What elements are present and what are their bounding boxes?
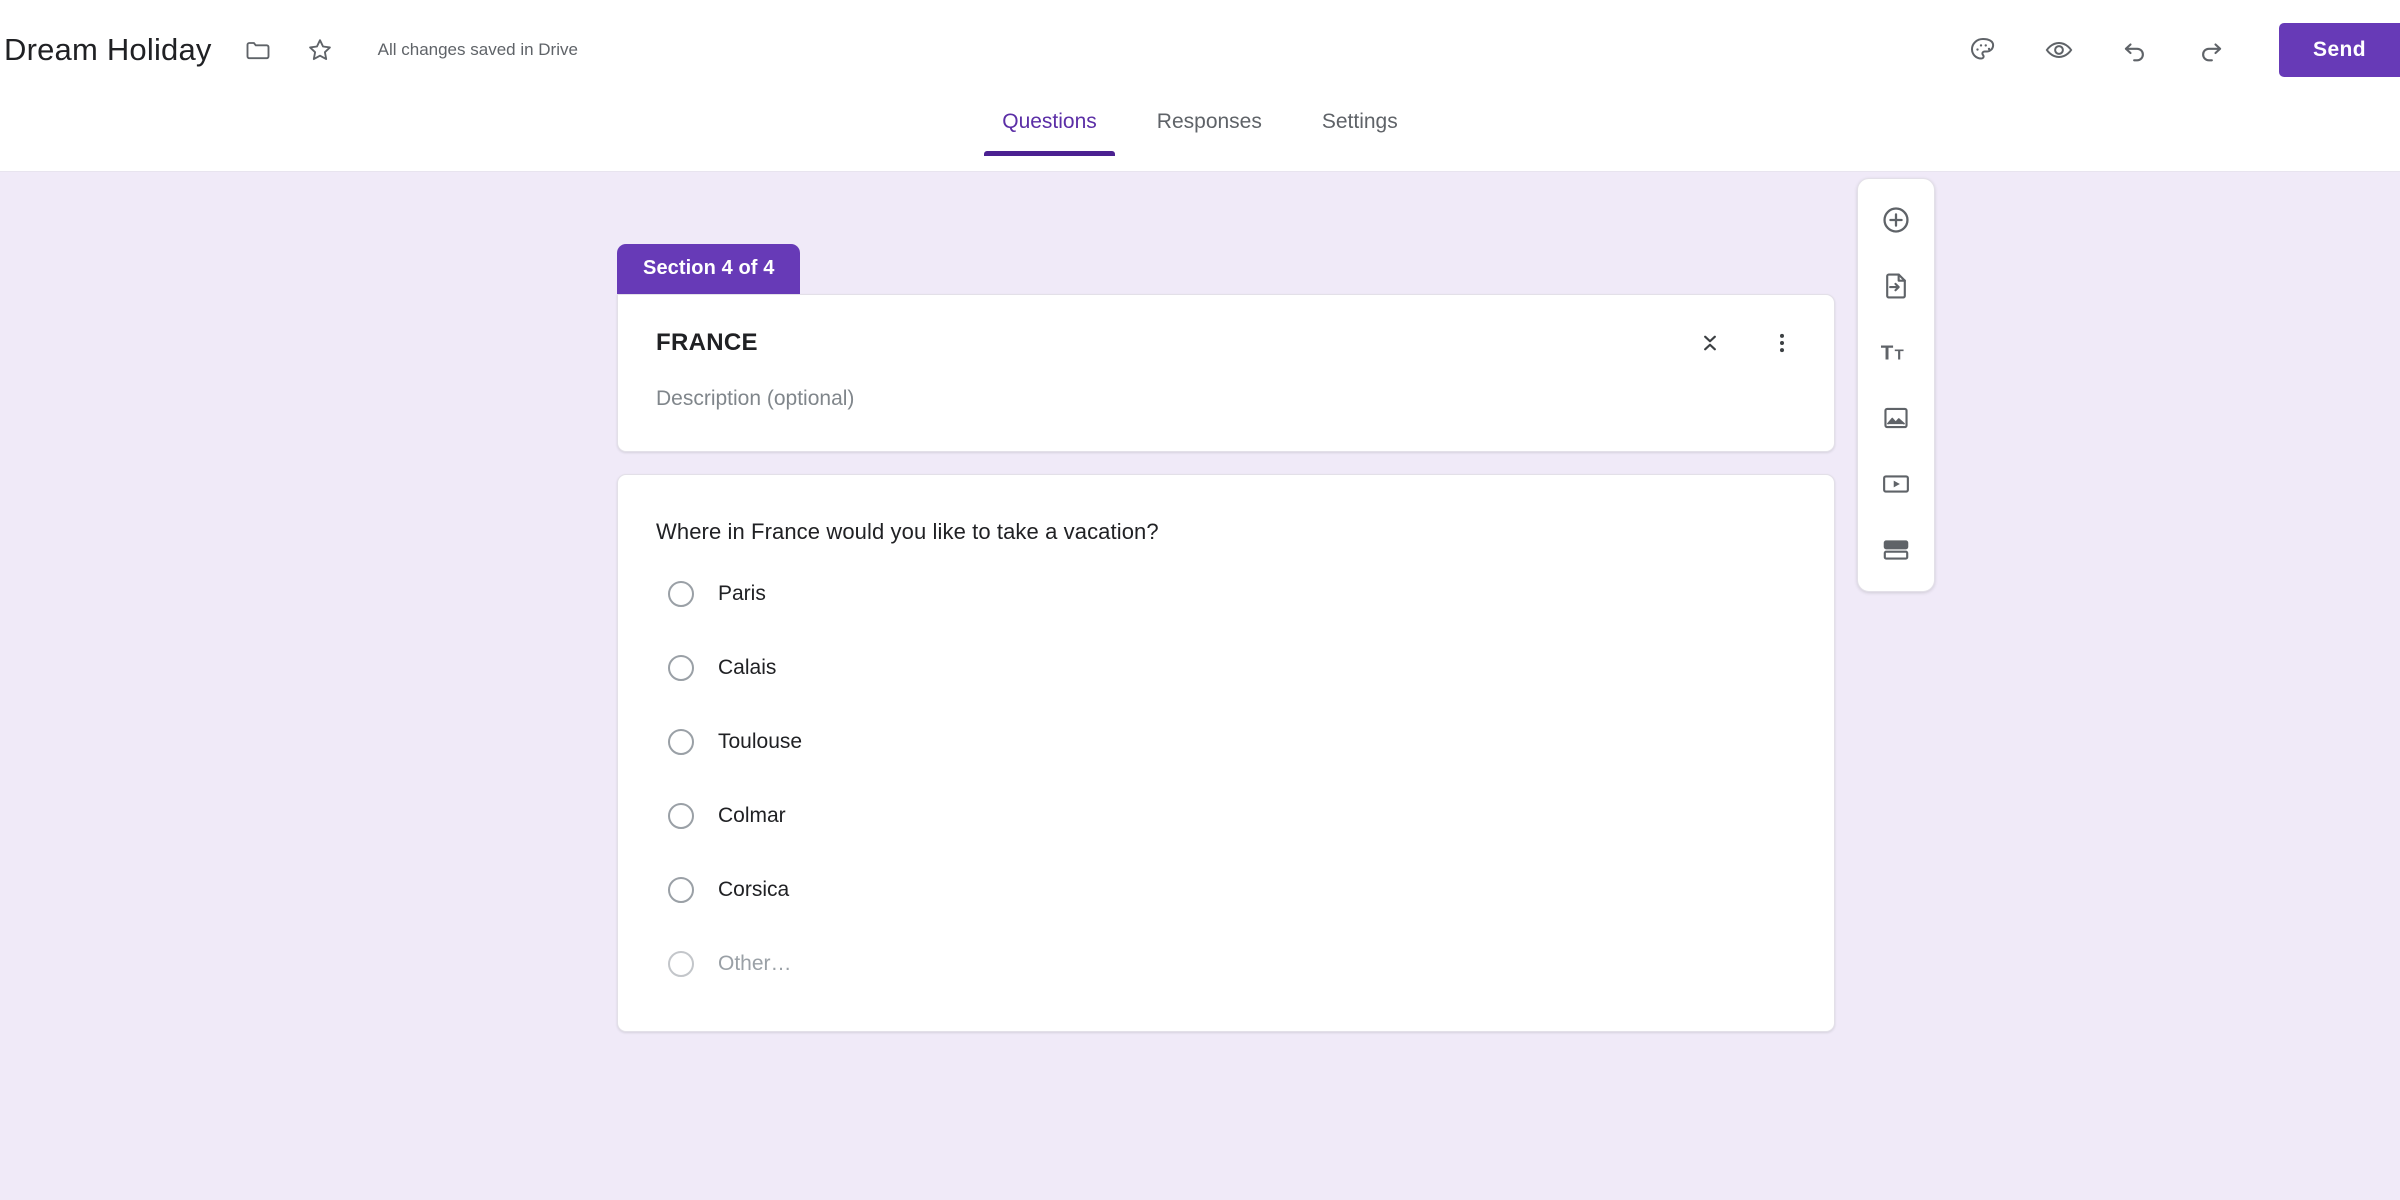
- option-label: Corsica: [718, 878, 790, 901]
- option-label: Calais: [718, 656, 777, 679]
- option-label: Colmar: [718, 804, 786, 827]
- top-app-bar: Dream Holiday All changes saved in Drive: [0, 0, 2400, 100]
- question-title[interactable]: Where in France would you like to take a…: [656, 519, 1790, 545]
- tab-settings[interactable]: Settings: [1292, 100, 1428, 156]
- option-row-other[interactable]: Other…: [656, 939, 1790, 989]
- answer-options: Paris Calais Toulouse Colmar Corsica Oth…: [656, 569, 1790, 989]
- option-label-other: Other…: [718, 952, 792, 975]
- save-status: All changes saved in Drive: [377, 40, 578, 59]
- import-questions-icon[interactable]: [1872, 262, 1920, 310]
- option-label: Toulouse: [718, 730, 803, 753]
- option-row[interactable]: Toulouse: [656, 717, 1790, 767]
- add-title-icon[interactable]: T T: [1872, 328, 1920, 376]
- option-row[interactable]: Paris: [656, 569, 1790, 619]
- add-question-icon[interactable]: [1872, 196, 1920, 244]
- section-actions: [1690, 323, 1802, 363]
- add-image-icon[interactable]: [1872, 394, 1920, 442]
- option-label: Paris: [718, 582, 766, 605]
- tab-responses[interactable]: Responses: [1127, 100, 1292, 156]
- section-header-card[interactable]: FRANCE Description (optional): [617, 294, 1835, 452]
- question-card[interactable]: Where in France would you like to take a…: [617, 474, 1835, 1032]
- redo-icon[interactable]: [2185, 24, 2237, 76]
- undo-icon[interactable]: [2109, 24, 2161, 76]
- form-column: Section 4 of 4 FRANCE Description (optio…: [617, 244, 1835, 1032]
- option-row[interactable]: Calais: [656, 643, 1790, 693]
- add-section-icon[interactable]: [1872, 526, 1920, 574]
- eye-icon[interactable]: [2033, 24, 2085, 76]
- option-row[interactable]: Corsica: [656, 865, 1790, 915]
- svg-text:T: T: [1895, 348, 1904, 364]
- top-bar-actions: Send: [1933, 0, 2400, 100]
- option-row[interactable]: Colmar: [656, 791, 1790, 841]
- form-tabs: Questions Responses Settings: [0, 100, 2400, 172]
- radio-icon[interactable]: [668, 581, 694, 607]
- more-vert-icon[interactable]: [1762, 323, 1802, 363]
- add-video-icon[interactable]: [1872, 460, 1920, 508]
- section-title[interactable]: FRANCE: [656, 329, 1790, 357]
- radio-icon[interactable]: [668, 655, 694, 681]
- palette-icon[interactable]: [1957, 24, 2009, 76]
- form-canvas: Section 4 of 4 FRANCE Description (optio…: [0, 172, 2400, 1200]
- svg-text:T: T: [1881, 342, 1894, 365]
- radio-icon[interactable]: [668, 951, 694, 977]
- section-description-placeholder[interactable]: Description (optional): [656, 387, 1790, 411]
- add-item-toolbar: T T: [1857, 178, 1935, 592]
- send-button[interactable]: Send: [2279, 23, 2400, 77]
- tab-questions[interactable]: Questions: [972, 100, 1127, 156]
- star-icon[interactable]: [298, 28, 342, 72]
- collapse-icon[interactable]: [1690, 323, 1730, 363]
- radio-icon[interactable]: [668, 803, 694, 829]
- radio-icon[interactable]: [668, 877, 694, 903]
- document-title[interactable]: Dream Holiday: [4, 32, 212, 68]
- folder-icon[interactable]: [236, 28, 280, 72]
- radio-icon[interactable]: [668, 729, 694, 755]
- section-badge: Section 4 of 4: [617, 244, 801, 294]
